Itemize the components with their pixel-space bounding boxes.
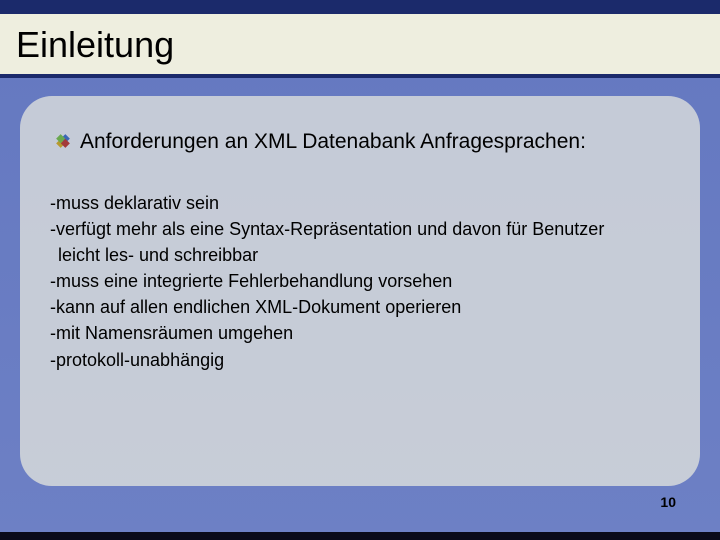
bottom-accent-bar xyxy=(0,532,720,540)
list-item: -muss deklarativ sein xyxy=(50,190,672,216)
title-bar: Einleitung xyxy=(0,14,720,78)
requirements-list: -muss deklarativ sein -verfügt mehr als … xyxy=(50,190,672,373)
list-item: -mit Namensräumen umgehen xyxy=(50,320,672,346)
slide-title: Einleitung xyxy=(16,24,704,66)
intro-row: Anforderungen an XML Datenabank Anfrages… xyxy=(56,130,672,154)
intro-text: Anforderungen an XML Datenabank Anfrages… xyxy=(80,130,586,154)
list-item: -protokoll-unabhängig xyxy=(50,347,672,373)
list-item: -muss eine integrierte Fehlerbehandlung … xyxy=(50,268,672,294)
content-area: Anforderungen an XML Datenabank Anfrages… xyxy=(0,78,720,540)
content-panel: Anforderungen an XML Datenabank Anfrages… xyxy=(20,96,700,486)
top-accent-bar xyxy=(0,0,720,14)
page-number: 10 xyxy=(660,494,676,510)
list-item-continuation: leicht les- und schreibbar xyxy=(50,242,672,268)
diamond-quad-icon xyxy=(56,134,70,148)
list-item: -verfügt mehr als eine Syntax-Repräsenta… xyxy=(50,216,672,242)
list-item: -kann auf allen endlichen XML-Dokument o… xyxy=(50,294,672,320)
